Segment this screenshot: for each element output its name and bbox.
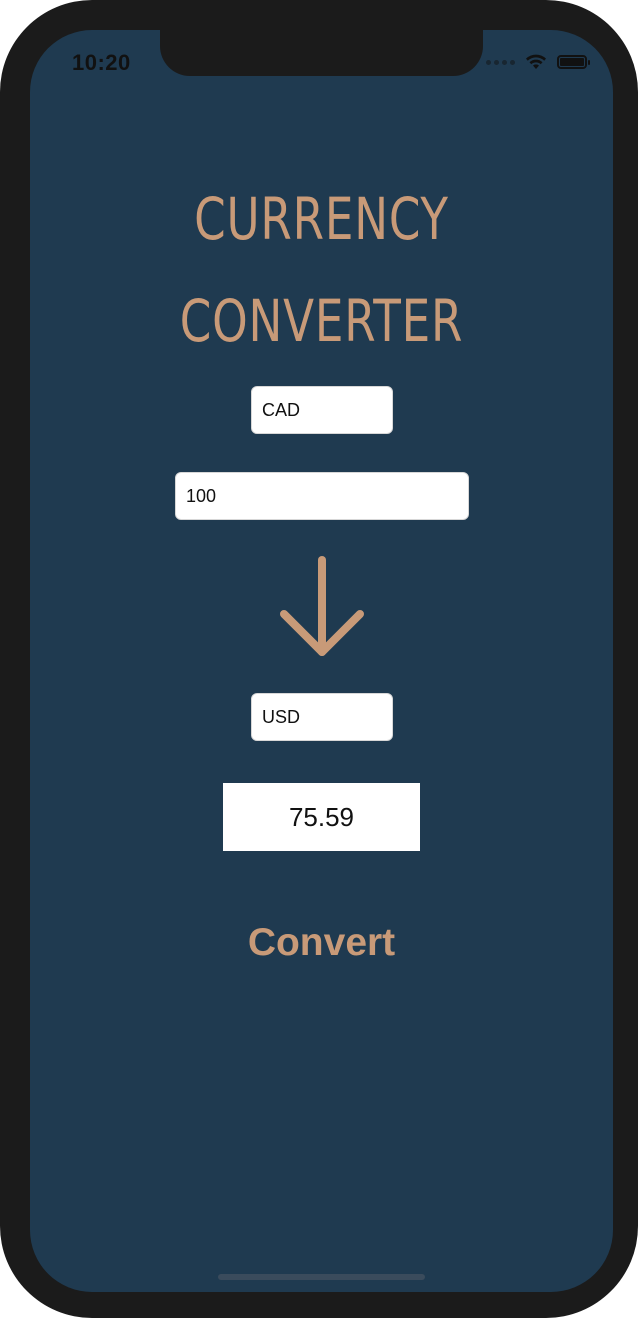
status-icons <box>486 54 590 70</box>
title-line-currency: CURRENCY <box>194 185 449 253</box>
from-currency-field[interactable]: CAD <box>251 386 393 434</box>
status-time: 10:20 <box>72 50 131 75</box>
converted-result: 75.59 <box>223 783 420 851</box>
home-indicator[interactable] <box>218 1274 425 1280</box>
convert-button[interactable]: Convert <box>30 920 613 966</box>
amount-input[interactable]: 100 <box>175 472 469 520</box>
arrow-down-icon <box>280 556 364 656</box>
wifi-icon <box>526 54 546 69</box>
device-notch <box>160 30 483 76</box>
battery-icon <box>557 55 590 69</box>
signal-dots-icon <box>486 59 515 65</box>
title-line-converter: CONVERTER <box>179 287 464 355</box>
app-screen: 10:20 CURRENCY CONVERTER CAD 100 USD 75.… <box>30 30 613 1292</box>
phone-frame: 10:20 CURRENCY CONVERTER CAD 100 USD 75.… <box>0 0 638 1318</box>
to-currency-field[interactable]: USD <box>251 693 393 741</box>
